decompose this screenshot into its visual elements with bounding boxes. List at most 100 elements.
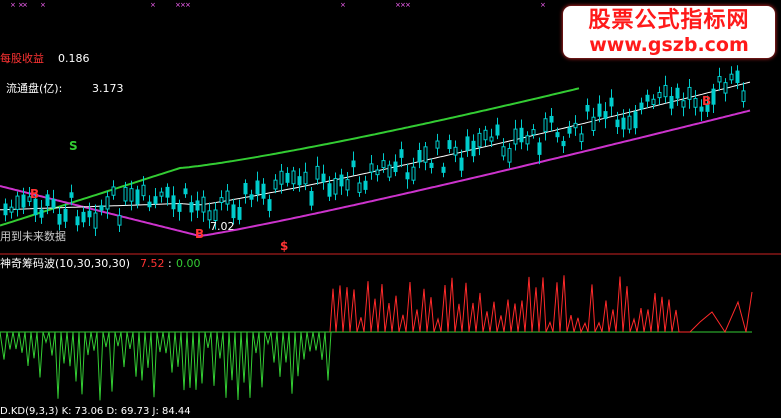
candle-body [465, 136, 470, 151]
candle-body [417, 149, 422, 163]
candle-body [105, 196, 110, 210]
candle-body [555, 132, 560, 138]
candle-body [507, 148, 512, 163]
candle-body [729, 73, 734, 81]
candle-body [627, 115, 632, 130]
candle-body [567, 127, 572, 134]
candle-body [741, 90, 746, 103]
candle-body [3, 203, 8, 216]
buy-marker-bottom: B [195, 227, 205, 241]
candle-body [615, 119, 620, 128]
candle-body [549, 115, 554, 123]
candle-body [405, 172, 410, 180]
candle-body [171, 195, 176, 210]
candle-body [681, 100, 686, 108]
float-shares-value: 3.173 [92, 82, 124, 95]
candle-body [255, 180, 260, 195]
candle-body [519, 127, 524, 143]
buy-marker-left: B [30, 187, 40, 201]
candle-body [501, 146, 506, 157]
candle-body [411, 166, 416, 181]
candle-body [513, 128, 518, 145]
candle-body [315, 165, 320, 180]
candle-body [153, 196, 158, 204]
candle-body [267, 199, 272, 211]
candle-body [537, 142, 542, 155]
candle-body [381, 160, 386, 169]
candle-body [645, 94, 650, 102]
candle-body [393, 161, 398, 173]
candle-body [21, 194, 26, 208]
candle-body [423, 146, 428, 163]
candle-body [219, 197, 224, 204]
candle-body [579, 133, 584, 143]
candle-body [333, 178, 338, 195]
candle-body [63, 208, 68, 222]
oscillator-negative-line [0, 331, 332, 401]
top-x-mark: × [40, 1, 46, 9]
candle-body [711, 88, 716, 105]
candle-body [129, 188, 134, 202]
upper-band-line [0, 87, 580, 227]
top-x-mark: × [10, 1, 16, 9]
site-watermark-logo: 股票公式指标网 www.gszb.com [563, 6, 775, 58]
candle-body [183, 188, 188, 195]
candle-body [39, 209, 44, 218]
candle-body [51, 198, 56, 209]
oscillator-lines [0, 275, 753, 401]
top-x-mark: × [340, 1, 346, 9]
candle-body [321, 173, 326, 183]
candle-body [93, 212, 98, 229]
candle-body [141, 184, 146, 197]
candle-body [399, 149, 404, 158]
candle-body [639, 102, 644, 110]
bollinger-bands [0, 81, 751, 237]
bottom-indicator-bar: D.KD(9,3,3) K: 73.06 D: 69.73 J: 84.44 [0, 406, 191, 417]
candle-body [75, 216, 80, 226]
candle-body [735, 70, 740, 84]
top-x-mark: × [22, 1, 28, 9]
candle-body [435, 140, 440, 149]
candle-body [687, 86, 692, 100]
candle-body [297, 176, 302, 186]
candle-body [111, 186, 116, 196]
candle-body [159, 191, 164, 197]
candle-body [213, 209, 218, 222]
candle-body [147, 201, 152, 208]
candle-body [87, 210, 92, 218]
candle-body [327, 183, 332, 197]
candle-body [45, 194, 50, 206]
candle-body [621, 117, 626, 130]
candle-body [585, 104, 590, 112]
candle-body [357, 182, 362, 193]
watermark-title: 股票公式指标网 [588, 8, 750, 33]
candle-body [675, 87, 680, 99]
candle-body [453, 146, 458, 156]
indicator-separator: : [168, 257, 172, 270]
candle-body [33, 198, 38, 216]
candle-body [189, 202, 194, 213]
candle-body [369, 163, 374, 173]
candle-body [597, 103, 602, 117]
candle-body [225, 190, 230, 205]
candle-body [543, 118, 548, 132]
watermark-url: www.gszb.com [589, 34, 749, 56]
candle-body [573, 122, 578, 129]
candle-body [363, 180, 368, 190]
candle-body [9, 206, 14, 213]
eps-label: 每股收益 [0, 52, 44, 65]
candle-body [525, 135, 530, 145]
candle-body [651, 98, 656, 106]
candle-body [471, 140, 476, 157]
candle-body [459, 157, 464, 171]
candle-body [195, 200, 200, 211]
lower-band-line [0, 109, 751, 237]
buy-marker-right: B [702, 94, 712, 108]
candle-body [243, 183, 248, 195]
candle-body [237, 207, 242, 220]
candle-body [429, 162, 434, 169]
candle-body [81, 211, 86, 223]
candle-body [693, 98, 698, 108]
candle-body [99, 205, 104, 211]
top-x-mark: × [150, 1, 156, 9]
